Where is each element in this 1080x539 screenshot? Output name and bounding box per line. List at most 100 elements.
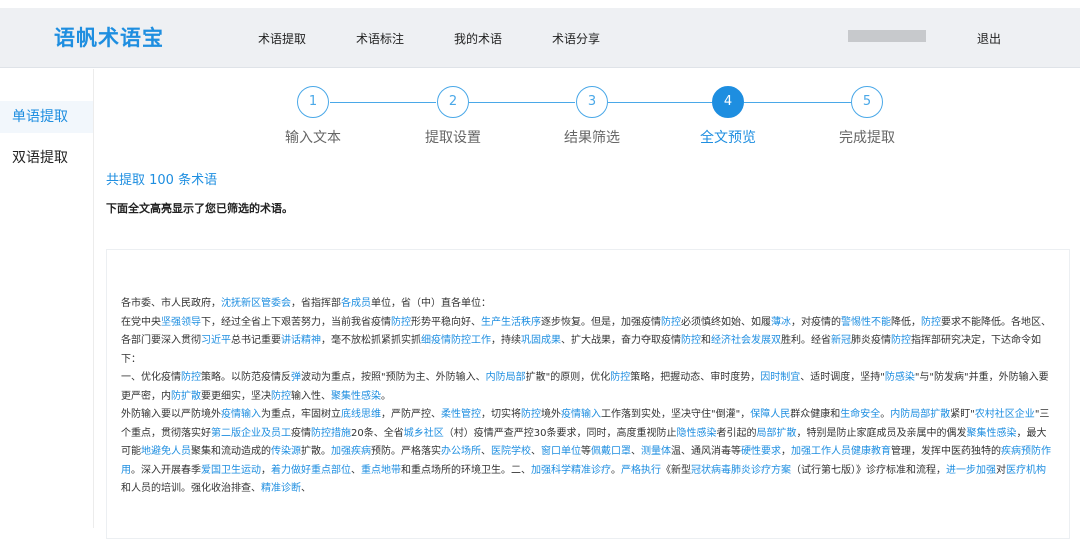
highlighted-term[interactable]: 医疗机构 [1006, 465, 1046, 476]
step-label: 完成提取 [839, 130, 895, 146]
sidebar-item-monolingual[interactable]: 单语提取 [0, 101, 93, 133]
highlighted-term[interactable]: 防扩散 [171, 391, 201, 402]
highlighted-term[interactable]: 经济社会发展双 [711, 335, 781, 346]
highlighted-term[interactable]: 聚集性感染 [966, 428, 1016, 439]
sidebar: 单语提取 双语提取 [0, 69, 93, 528]
highlighted-term[interactable]: 防控 [921, 317, 941, 328]
highlighted-term[interactable]: 传染源 [271, 446, 301, 457]
document-text: ，省指挥部 [291, 298, 341, 309]
highlighted-term[interactable]: 着力做好重点部位 [271, 465, 351, 476]
highlighted-term[interactable]: 防控 [661, 317, 681, 328]
document-text: ，严防严控、 [381, 409, 441, 420]
highlighted-term[interactable]: 爱国卫生运动 [201, 465, 261, 476]
document-text: 、 [481, 446, 491, 457]
highlighted-term[interactable]: 疫情输入 [221, 409, 261, 420]
sidebar-item-bilingual[interactable]: 双语提取 [0, 142, 93, 174]
highlighted-term[interactable]: 细疫情防控工作 [421, 335, 491, 346]
highlighted-term[interactable]: 重点地带 [361, 465, 401, 476]
document-text: 肺炎疫情 [851, 335, 891, 346]
document-text: ，对疫情的 [791, 316, 841, 328]
highlighted-term[interactable]: 坚强领导 [161, 317, 201, 328]
highlighted-term[interactable]: 警惕性不能 [841, 317, 891, 328]
highlighted-term[interactable]: 底线思维 [341, 409, 381, 420]
highlighted-term[interactable]: 隐性感染 [676, 428, 716, 439]
step-extraction-settings: 2 提取设置 [408, 86, 498, 147]
highlighted-term[interactable]: 内防局部 [486, 372, 526, 383]
highlight-hint: 下面全文高亮显示了您已筛选的术语。 [106, 202, 293, 215]
document-text: 形势平稳向好、 [411, 316, 481, 328]
document-paragraph: 在党中央坚强领导下，经过全省上下艰苦努力，当前我省疫情防控形势平稳向好、生产生活… [121, 314, 1055, 370]
highlighted-term[interactable]: 聚集性感染 [331, 391, 381, 402]
highlighted-term[interactable]: 严格执行 [621, 465, 661, 476]
highlighted-term[interactable]: 冠状病毒肺炎诊疗方案 [691, 465, 791, 476]
highlighted-term[interactable]: 第二版企业及员工 [211, 428, 291, 439]
nav-my-terms[interactable]: 我的术语 [454, 30, 502, 47]
highlighted-term[interactable]: 巩固成果 [521, 335, 561, 346]
highlighted-term[interactable]: 城乡社区 [404, 428, 444, 439]
highlighted-term[interactable]: 精准诊断 [261, 483, 301, 494]
highlighted-term[interactable]: 防控 [610, 372, 630, 383]
highlighted-term[interactable]: 加强科学精准诊疗 [531, 465, 611, 476]
document-text: 为重点，牢固树立 [261, 409, 341, 420]
highlighted-term[interactable]: 生产生活秩序 [481, 317, 541, 328]
document-text: 疫情 [291, 427, 311, 439]
step-result-filter: 3 结果筛选 [547, 86, 637, 147]
highlighted-term[interactable]: 测量体 [641, 446, 671, 457]
document-text: 和重点场所的环境卫生。二、 [401, 464, 531, 476]
highlighted-term[interactable]: 薄冰 [771, 317, 791, 328]
full-text-preview[interactable]: 各市委、市人民政府，沈抚新区管委会，省指挥部各成员单位，省（中）直各单位： 在党中… [106, 249, 1070, 539]
highlighted-term[interactable]: 防控 [681, 335, 701, 346]
logout-link[interactable]: 退出 [977, 30, 1001, 47]
highlighted-term[interactable]: 加强工作人员健康教育 [791, 446, 891, 457]
document-text: 紧盯" [950, 409, 975, 420]
user-name-redacted[interactable] [848, 30, 926, 42]
top-header: 语帆术语宝 术语提取 术语标注 我的术语 术语分享 退出 [0, 8, 1080, 68]
nav-term-annotation[interactable]: 术语标注 [356, 30, 404, 47]
highlighted-term[interactable]: 硬性要求 [741, 446, 781, 457]
document-text: 、 [351, 464, 361, 476]
highlighted-term[interactable]: 防控 [181, 372, 201, 383]
highlighted-term[interactable]: 办公场所 [441, 446, 481, 457]
highlighted-term[interactable]: 各成员 [341, 298, 371, 309]
highlighted-term[interactable]: 内防局部扩散 [890, 409, 950, 420]
document-text: 温、通风消毒等 [671, 446, 741, 457]
step-label: 输入文本 [285, 130, 341, 146]
document-text: 聚集和流动造成的 [191, 446, 271, 457]
document-text: ，毫不放松抓紧抓实抓 [321, 335, 421, 346]
highlighted-term[interactable]: 习近平 [201, 335, 231, 346]
nav-term-extraction[interactable]: 术语提取 [258, 30, 306, 47]
main-nav: 术语提取 术语标注 我的术语 术语分享 [258, 30, 650, 47]
highlighted-term[interactable]: 农村社区企业 [975, 409, 1035, 420]
document-text: 策略，把握动态、审时度势， [630, 372, 761, 383]
highlighted-term[interactable]: 加强疾病 [331, 446, 371, 457]
highlighted-term[interactable]: 柔性管控 [441, 409, 481, 420]
highlighted-term[interactable]: 弹 [291, 372, 301, 383]
highlighted-term[interactable]: 防控 [521, 409, 541, 420]
document-text: ，特别是防止家庭成员及亲属中的偶发 [796, 427, 967, 439]
highlighted-term[interactable]: 地避免人员 [141, 446, 191, 457]
highlighted-term[interactable]: 讲话精神 [281, 335, 321, 346]
document-text: 管理，发挥中医药独特的 [891, 446, 1001, 457]
highlighted-term[interactable]: 因时制宜 [760, 372, 800, 383]
highlighted-term[interactable]: 防控措施 [311, 428, 351, 439]
step-number: 4 [712, 86, 744, 118]
highlighted-term[interactable]: 佩戴口罩 [591, 446, 631, 457]
highlighted-term[interactable]: 生命安全 [840, 409, 880, 420]
highlighted-term[interactable]: 局部扩散 [756, 428, 796, 439]
highlighted-term[interactable]: 疫情输入 [561, 409, 601, 420]
app-logo[interactable]: 语帆术语宝 [54, 22, 164, 52]
highlighted-term[interactable]: 沈抚新区管委会 [221, 298, 291, 309]
highlighted-term[interactable]: 医院学校 [491, 446, 531, 457]
highlighted-term[interactable]: 窗口单位 [541, 446, 581, 457]
highlighted-term[interactable]: 防感染 [885, 372, 915, 383]
nav-term-sharing[interactable]: 术语分享 [552, 30, 600, 47]
highlighted-term[interactable]: 防控 [271, 391, 291, 402]
document-text: 对 [996, 464, 1006, 476]
document-text: 必须慎终如始、如履 [681, 316, 771, 328]
highlighted-term[interactable]: 防控 [891, 335, 911, 346]
highlighted-term[interactable]: 新冠 [831, 335, 851, 346]
highlighted-term[interactable]: 进一步加强 [946, 465, 996, 476]
highlighted-term[interactable]: 防控 [391, 317, 411, 328]
document-text: 逐步恢复。但是，加强疫情 [541, 316, 661, 328]
highlighted-term[interactable]: 保障人民 [750, 409, 790, 420]
